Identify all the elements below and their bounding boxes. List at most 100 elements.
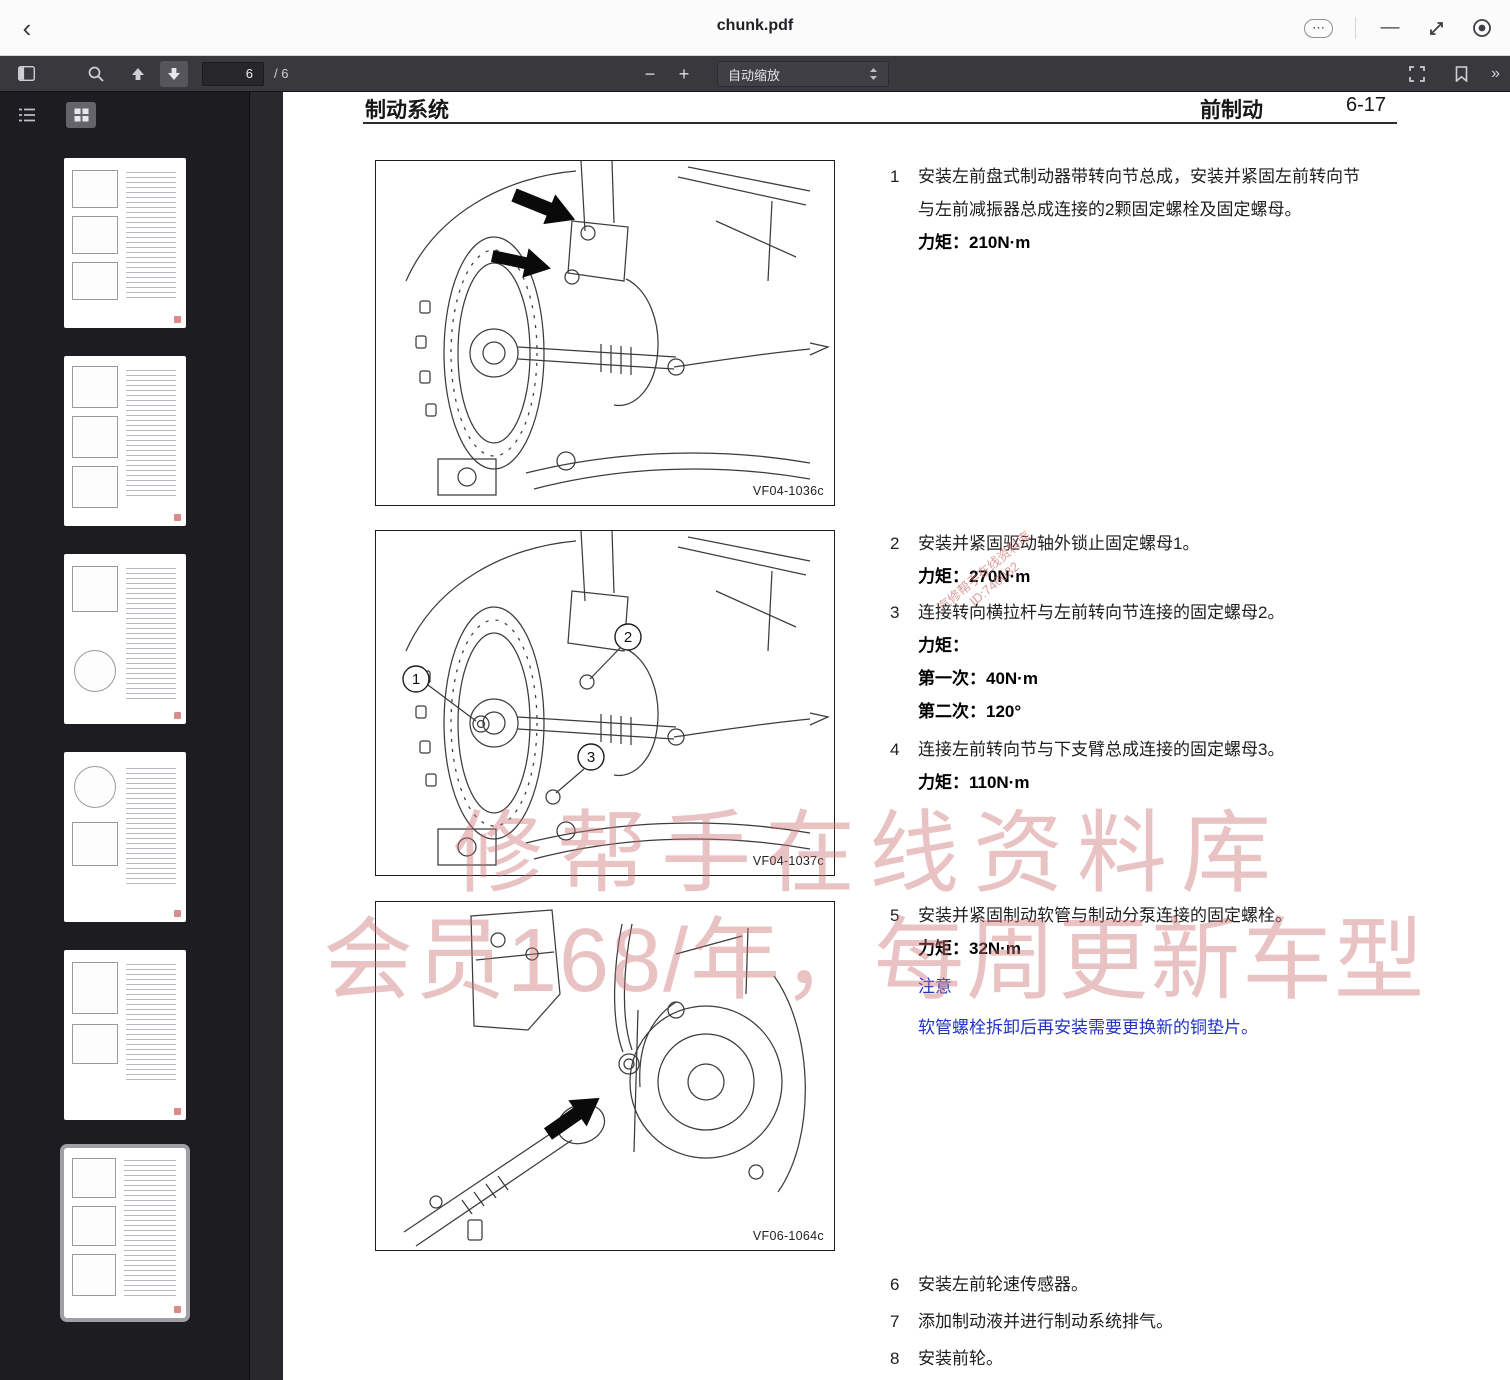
thumb-logo — [174, 712, 181, 719]
sidebar-toggle-button[interactable] — [12, 61, 40, 87]
torque-label: 力矩： — [918, 629, 1363, 662]
torque-spec: 力矩：270N·m — [918, 560, 1363, 593]
step-2: 2 安装并紧固驱动轴外锁止固定螺母1。 力矩：270N·m — [890, 527, 1395, 593]
fullscreen-icon — [1409, 66, 1425, 82]
thumb-logo — [174, 1306, 181, 1313]
grid-icon — [74, 108, 89, 122]
ellipsis-icon: ⋯ — [1312, 20, 1325, 35]
step-7: 7 添加制动液并进行制动系统排气。 — [890, 1305, 1395, 1338]
torque-pass-2: 第二次：120° — [918, 695, 1363, 728]
search-button[interactable] — [82, 61, 110, 87]
sidebar-view-buttons — [12, 102, 96, 128]
zoom-controls: − + 自动缩放 — [635, 56, 889, 92]
pdf-toolbar: / 6 − + 自动缩放 » — [0, 56, 1510, 92]
figure-fastener-callouts: 1 2 3 VF04-1037c — [375, 530, 835, 876]
step-8: 8 安装前轮。 — [890, 1342, 1395, 1375]
more-tools-button[interactable]: » — [1491, 65, 1500, 83]
page-thumbnail-3[interactable] — [59, 554, 191, 724]
step-text: 安装前轮。 — [918, 1342, 1363, 1375]
minimize-button[interactable]: — — [1378, 16, 1402, 40]
outline-view-button[interactable] — [12, 102, 42, 128]
figure-2-label: VF04-1037c — [753, 854, 824, 868]
callout-2: 2 — [624, 629, 632, 646]
figure-1-line-art — [376, 161, 834, 505]
zoom-select-label: 自动缩放 — [728, 65, 780, 84]
pdf-page: 制动系统 前制动 6-17 — [283, 92, 1510, 1380]
note-title: 注意 — [918, 970, 1363, 1003]
arrow-up-icon — [131, 67, 145, 81]
window-actions: ⋯ — — [1304, 0, 1494, 56]
step-number: 4 — [890, 733, 912, 766]
figure-brake-hose-install: VF06-1064c — [375, 901, 835, 1251]
page-thumbnail-1[interactable] — [59, 158, 191, 328]
zoom-in-button[interactable]: + — [669, 61, 699, 87]
step-number: 7 — [890, 1305, 912, 1338]
step-text: 安装左前轮速传感器。 — [918, 1268, 1363, 1301]
select-arrows-icon — [869, 67, 878, 81]
step-5: 5 安装并紧固制动软管与制动分泵连接的固定螺栓。 力矩：32N·m 注意 软管螺… — [890, 899, 1395, 1044]
page-thumbnail-6-selected[interactable] — [59, 1148, 191, 1318]
step-text: 连接转向横拉杆与左前转向节连接的固定螺母2。 — [918, 596, 1363, 629]
outline-icon — [19, 108, 35, 122]
minimize-icon: — — [1381, 17, 1400, 39]
arrow-down-icon — [167, 67, 181, 81]
bookmark-button[interactable] — [1447, 61, 1475, 87]
figure-brake-knuckle-install: VF04-1036c — [375, 160, 835, 506]
step-text: 连接左前转向节与下支臂总成连接的固定螺母3。 — [918, 733, 1363, 766]
torque-spec: 力矩：210N·m — [918, 226, 1363, 259]
page-thumbnail-2[interactable] — [59, 356, 191, 526]
page-thumbnail-5[interactable] — [59, 950, 191, 1120]
step-3: 3 连接转向横拉杆与左前转向节连接的固定螺母2。 力矩： 第一次：40N·m 第… — [890, 596, 1395, 728]
page-header-topic: 前制动 — [1200, 94, 1263, 124]
page-number-input[interactable] — [202, 62, 264, 86]
previous-page-button[interactable] — [124, 61, 152, 87]
toolbar-right-group: » — [1403, 56, 1500, 92]
step-number: 3 — [890, 596, 912, 629]
step-number: 1 — [890, 160, 912, 193]
step-6: 6 安装左前轮速传感器。 — [890, 1268, 1395, 1301]
figure-2-line-art: 1 2 3 — [376, 531, 834, 875]
window-title: chunk.pdf — [0, 17, 1510, 35]
page-header-number: 6-17 — [1346, 94, 1386, 117]
thumbnail-sidebar — [0, 92, 250, 1380]
step-number: 5 — [890, 899, 912, 932]
browser-topbar: ‹ chunk.pdf ⋯ — — [0, 0, 1510, 56]
thumb-logo — [174, 514, 181, 521]
expand-icon — [1428, 20, 1445, 37]
pdf-viewer-app: ‹ chunk.pdf ⋯ — / 6 − — [0, 0, 1510, 1380]
step-number: 2 — [890, 527, 912, 560]
figure-3-line-art — [376, 902, 834, 1250]
torque-spec: 力矩：32N·m — [918, 932, 1363, 965]
step-text: 安装并紧固驱动轴外锁止固定螺母1。 — [918, 527, 1363, 560]
thumb-logo — [174, 316, 181, 323]
note-text: 软管螺栓拆卸后再安装需要更换新的铜垫片。 — [918, 1011, 1363, 1044]
figure-3-label: VF06-1064c — [753, 1229, 824, 1243]
figure-1-label: VF04-1036c — [753, 484, 824, 498]
divider — [1355, 17, 1356, 39]
step-1: 1 安装左前盘式制动器带转向节总成，安装并紧固左前转向节与左前减振器总成连接的2… — [890, 160, 1395, 259]
thumbnails-view-button[interactable] — [66, 102, 96, 128]
expand-window-button[interactable] — [1424, 16, 1448, 40]
zoom-select[interactable]: 自动缩放 — [717, 61, 889, 87]
search-icon — [88, 66, 104, 82]
header-rule — [363, 122, 1397, 124]
page-header-section: 制动系统 — [365, 94, 449, 124]
thumb-logo — [174, 1108, 181, 1115]
step-text: 安装并紧固制动软管与制动分泵连接的固定螺栓。 — [918, 899, 1363, 932]
step-4: 4 连接左前转向节与下支臂总成连接的固定螺母3。 力矩：110N·m — [890, 733, 1395, 799]
thumb-logo — [174, 910, 181, 917]
screen-record-button[interactable] — [1470, 16, 1494, 40]
zoom-out-button[interactable]: − — [635, 61, 665, 87]
next-page-button[interactable] — [160, 61, 188, 87]
step-text: 添加制动液并进行制动系统排气。 — [918, 1305, 1363, 1338]
torque-pass-1: 第一次：40N·m — [918, 662, 1363, 695]
torque-spec: 力矩：110N·m — [918, 766, 1363, 799]
callout-1: 1 — [412, 671, 420, 688]
fullscreen-button[interactable] — [1403, 61, 1431, 87]
more-actions-button[interactable]: ⋯ — [1304, 19, 1333, 38]
page-thumbnail-4[interactable] — [59, 752, 191, 922]
step-number: 6 — [890, 1268, 912, 1301]
step-text: 安装左前盘式制动器带转向节总成，安装并紧固左前转向节与左前减振器总成连接的2颗固… — [918, 160, 1363, 226]
sidebar-toggle-icon — [18, 66, 35, 81]
callout-3: 3 — [587, 749, 595, 766]
